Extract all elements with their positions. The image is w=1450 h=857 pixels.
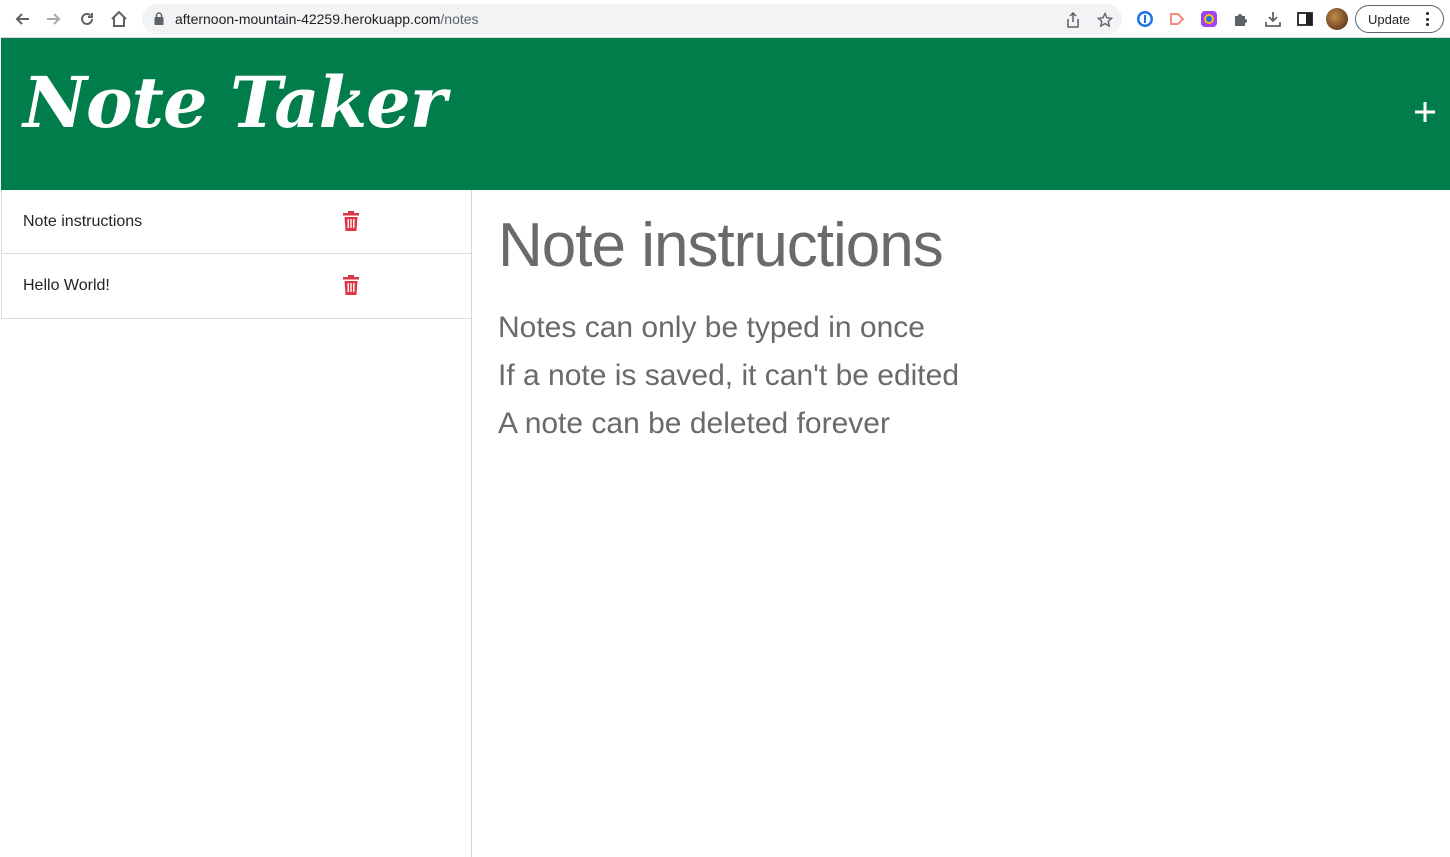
plus-icon <box>1415 102 1435 122</box>
note-text-area[interactable]: Notes can only be typed in once If a not… <box>498 304 1398 448</box>
note-text-line: A note can be deleted forever <box>498 407 890 440</box>
share-icon[interactable] <box>1064 11 1082 29</box>
app-title[interactable]: Note Taker <box>23 68 447 138</box>
bookmark-star-icon[interactable] <box>1096 11 1114 29</box>
note-list-item-title: Note instructions <box>23 213 143 230</box>
forward-icon[interactable] <box>42 7 66 31</box>
home-icon[interactable] <box>107 7 131 31</box>
new-note-button[interactable] <box>1411 98 1439 126</box>
reload-icon[interactable] <box>75 7 99 31</box>
url-text: afternoon-mountain-42259.herokuapp.com/n… <box>175 11 479 27</box>
url-host: afternoon-mountain-42259.herokuapp.com <box>175 11 441 27</box>
update-button-label: Update <box>1368 12 1410 27</box>
note-list: Note instructions Hello World! <box>1 190 471 319</box>
note-list-item-title: Hello World! <box>23 277 110 294</box>
extensions-puzzle-icon[interactable] <box>1231 9 1251 29</box>
app-header: Note Taker <box>1 38 1450 190</box>
back-icon[interactable] <box>10 7 34 31</box>
password-manager-extension-icon[interactable] <box>1135 9 1155 29</box>
note-list-panel: Note instructions Hello World! <box>1 190 472 857</box>
note-list-item[interactable]: Note instructions <box>1 190 471 254</box>
update-button[interactable]: Update <box>1355 5 1444 33</box>
note-text-line: Notes can only be typed in once <box>498 311 925 344</box>
note-text-line: If a note is saved, it can't be edited <box>498 359 960 392</box>
note-list-item[interactable]: Hello World! <box>1 254 471 319</box>
profile-avatar[interactable] <box>1326 8 1348 30</box>
delete-note-trash-icon[interactable] <box>343 275 359 295</box>
note-editor-panel: Note instructions Notes can only be type… <box>472 190 1450 857</box>
browser-toolbar: afternoon-mountain-42259.herokuapp.com/n… <box>0 0 1450 38</box>
note-title-field[interactable]: Note instructions <box>498 210 944 281</box>
download-icon[interactable] <box>1263 9 1283 29</box>
color-picker-extension-icon[interactable] <box>1199 9 1219 29</box>
side-panel-icon[interactable] <box>1295 9 1315 29</box>
more-menu-icon <box>1424 10 1430 28</box>
delete-note-trash-icon[interactable] <box>343 211 359 231</box>
url-path: /notes <box>440 11 479 27</box>
video-extension-icon[interactable] <box>1167 9 1187 29</box>
address-bar[interactable]: afternoon-mountain-42259.herokuapp.com/n… <box>142 4 1122 34</box>
lock-icon <box>154 12 164 30</box>
